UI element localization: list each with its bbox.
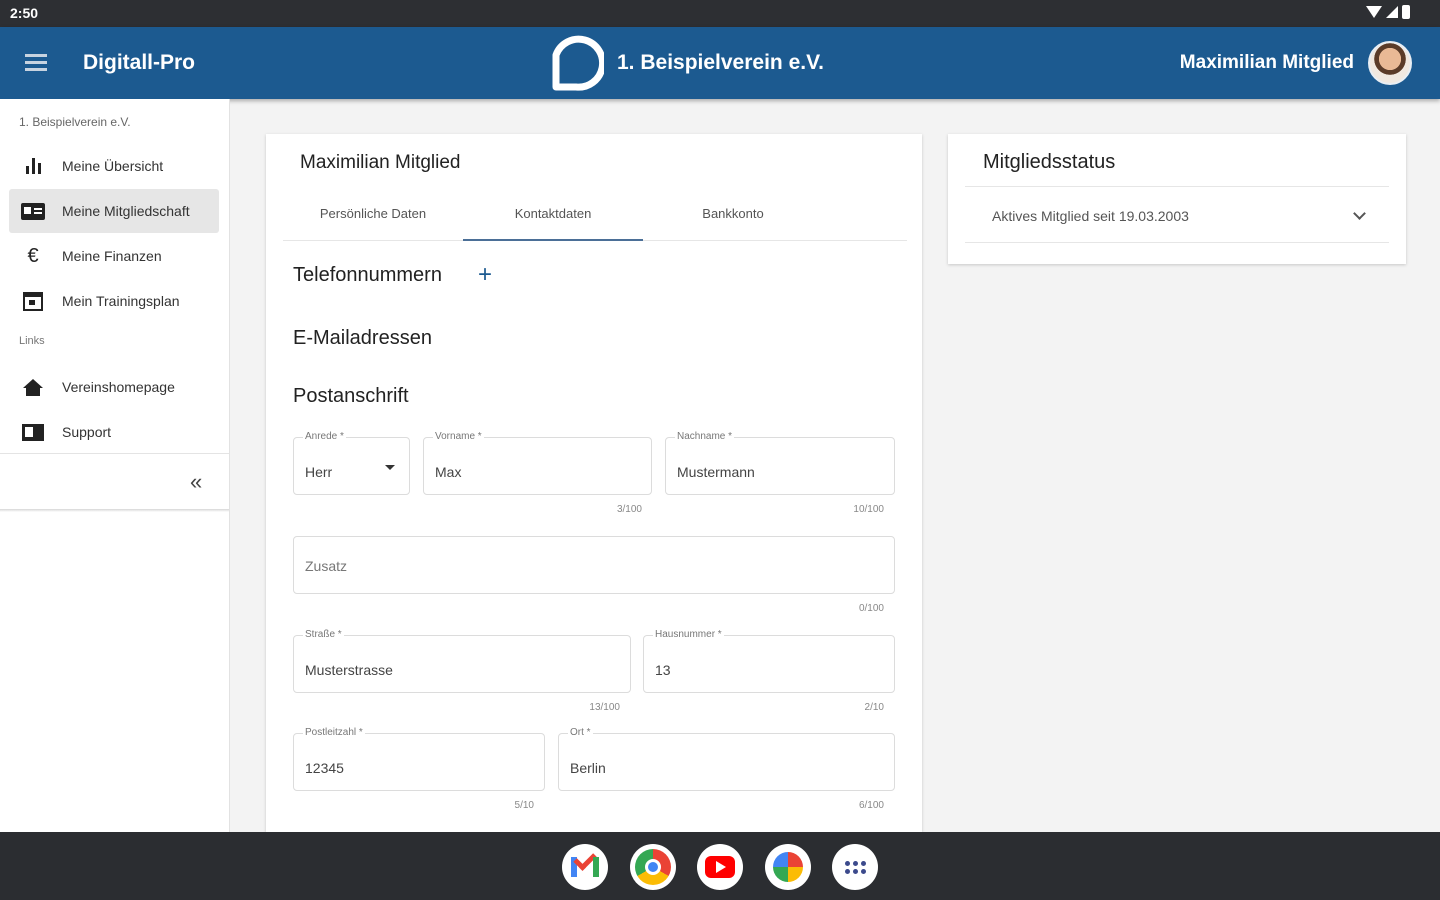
avatar[interactable] xyxy=(1368,41,1412,85)
house-number-counter: 2/10 xyxy=(864,702,884,713)
app-drawer-icon[interactable] xyxy=(832,844,878,890)
app-title: Digitall-Pro xyxy=(83,51,196,74)
chevron-down-icon xyxy=(1353,207,1366,220)
sidebar-item-label: Mein Trainingsplan xyxy=(62,293,180,309)
membership-status-card: Mitgliedsstatus Aktives Mitglied seit 19… xyxy=(948,134,1406,264)
sidebar: 1. Beispielverein e.V. Meine Übersicht M… xyxy=(0,99,230,832)
field-placeholder: Zusatz xyxy=(305,558,348,574)
sidebar-item-overview[interactable]: Meine Übersicht xyxy=(9,144,219,188)
dropdown-caret-icon xyxy=(385,465,395,470)
postal-code-counter: 5/10 xyxy=(514,800,534,811)
salutation-select[interactable]: Anrede * Herr xyxy=(293,431,410,495)
home-icon xyxy=(20,378,46,396)
system-taskbar xyxy=(0,832,1440,900)
tab-personal-data[interactable]: Persönliche Daten xyxy=(283,192,463,240)
field-value: Berlin xyxy=(570,760,606,776)
first-name-counter: 3/100 xyxy=(616,504,642,515)
field-value: Max xyxy=(435,464,462,480)
page-title: Maximilian Mitglied xyxy=(300,152,461,173)
field-value: Musterstrasse xyxy=(305,662,393,678)
field-label: Straße * xyxy=(303,629,344,640)
house-number-field[interactable]: Hausnummer * 13 xyxy=(643,629,895,693)
app-bar: Digitall-Pro 1. Beispielverein e.V. Maxi… xyxy=(0,27,1440,99)
user-name[interactable]: Maximilian Mitglied xyxy=(1180,52,1354,74)
sidebar-item-homepage[interactable]: Vereinshomepage xyxy=(9,365,219,409)
signal-icon xyxy=(1386,6,1398,18)
sidebar-item-finances[interactable]: € Meine Finanzen xyxy=(9,234,219,278)
photos-icon[interactable] xyxy=(765,844,811,890)
sidebar-item-label: Meine Übersicht xyxy=(62,158,164,174)
city-field[interactable]: Ort * Berlin xyxy=(558,727,895,791)
sidebar-item-support[interactable]: Support xyxy=(9,410,219,454)
youtube-icon[interactable] xyxy=(697,844,743,890)
sidebar-item-label: Support xyxy=(62,424,112,440)
field-value: Mustermann xyxy=(677,464,755,480)
collapse-sidebar-button[interactable]: « xyxy=(190,469,202,495)
field-label: Anrede * xyxy=(303,431,346,442)
membership-status-expander[interactable]: Aktives Mitglied seit 19.03.2003 xyxy=(965,187,1389,243)
sidebar-org-label: 1. Beispielverein e.V. xyxy=(19,115,131,129)
gmail-icon[interactable] xyxy=(562,844,608,890)
sidebar-item-training-plan[interactable]: Mein Trainingsplan xyxy=(9,279,219,323)
city-counter: 6/100 xyxy=(858,800,884,811)
last-name-field[interactable]: Nachname * Mustermann xyxy=(665,431,895,495)
membership-status-title: Mitgliedsstatus xyxy=(983,151,1116,173)
section-email-addresses: E-Mailadressen xyxy=(293,327,432,349)
bar-chart-icon xyxy=(20,158,46,174)
field-label: Hausnummer * xyxy=(653,629,724,640)
club-logo-icon xyxy=(552,35,604,91)
last-name-counter: 10/100 xyxy=(853,504,884,515)
tab-contact-data[interactable]: Kontaktdaten xyxy=(463,192,643,241)
membership-status-text: Aktives Mitglied seit 19.03.2003 xyxy=(992,208,1189,224)
calendar-icon xyxy=(20,291,46,311)
menu-button[interactable] xyxy=(25,54,47,71)
system-status-bar: 2:50 xyxy=(0,0,1440,27)
status-icons xyxy=(1366,5,1410,19)
section-postal-address: Postanschrift xyxy=(293,385,409,407)
status-time: 2:50 xyxy=(10,5,39,21)
field-label: Nachname * xyxy=(675,431,735,442)
street-counter: 13/100 xyxy=(589,702,620,713)
battery-icon xyxy=(1402,5,1410,19)
section-phone-numbers: Telefonnummern xyxy=(293,264,442,286)
support-icon xyxy=(20,423,46,441)
field-value: Herr xyxy=(305,464,333,480)
links-section-label: Links xyxy=(19,335,45,347)
member-details-card: Maximilian Mitglied Persönliche Daten Ko… xyxy=(266,134,922,832)
street-field[interactable]: Straße * Musterstrasse xyxy=(293,629,631,693)
euro-icon: € xyxy=(27,244,39,267)
club-name: 1. Beispielverein e.V. xyxy=(617,51,825,74)
postal-code-field[interactable]: Postleitzahl * 12345 xyxy=(293,727,545,791)
chrome-icon[interactable] xyxy=(630,844,676,890)
sidebar-item-label: Meine Mitgliedschaft xyxy=(62,203,190,219)
field-label: Ort * xyxy=(568,727,593,738)
tab-bar: Persönliche Daten Kontaktdaten Bankkonto xyxy=(283,192,907,241)
sidebar-divider xyxy=(0,453,229,454)
address-suffix-counter: 0/100 xyxy=(858,603,884,614)
sidebar-item-membership[interactable]: Meine Mitgliedschaft xyxy=(9,189,219,233)
sidebar-item-label: Meine Finanzen xyxy=(62,248,162,264)
first-name-field[interactable]: Vorname * Max xyxy=(423,431,652,495)
add-phone-button[interactable]: + xyxy=(478,263,492,287)
field-value: 12345 xyxy=(305,760,344,776)
wifi-icon xyxy=(1366,6,1382,18)
sidebar-item-label: Vereinshomepage xyxy=(62,379,175,395)
address-suffix-field[interactable]: Zusatz xyxy=(293,536,895,594)
field-label: Vorname * xyxy=(433,431,484,442)
field-label: Postleitzahl * xyxy=(303,727,365,738)
sidebar-bottom-edge xyxy=(0,509,229,512)
field-value: 13 xyxy=(655,662,671,678)
id-card-icon xyxy=(20,202,46,220)
tab-bank-account[interactable]: Bankkonto xyxy=(643,192,823,240)
